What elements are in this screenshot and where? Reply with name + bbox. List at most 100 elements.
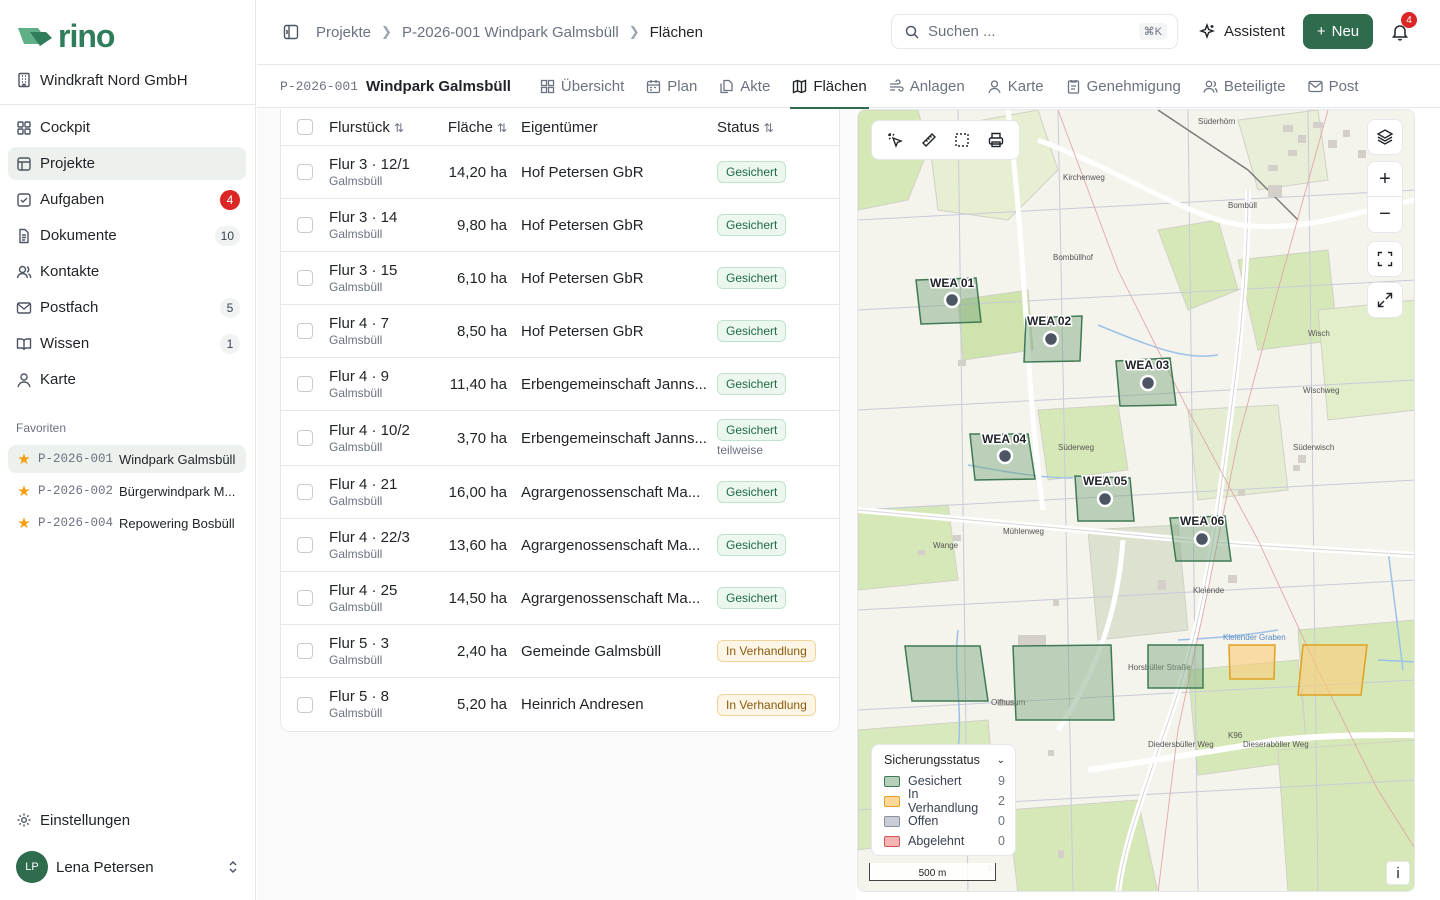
nav-item-cockpit[interactable]: Cockpit (8, 111, 246, 144)
chevron-down-icon: ⌄ (996, 754, 1005, 766)
map-label: K96 (1228, 731, 1243, 740)
parcel-list-panel: Flurstück ⇅ Fläche ⇅ Eigentümer Status ⇅ Fl… (257, 109, 856, 900)
user-menu[interactable]: LP Lena Petersen (16, 851, 239, 883)
sidebar: rino Windkraft Nord GmbH Cockpit Projekt… (0, 0, 256, 900)
fit-bounds-button[interactable] (1367, 241, 1403, 277)
owner-cell: Agrargenossenschaft Ma... (521, 589, 701, 607)
favorite-code: P-2026-002 (38, 484, 114, 498)
tab-karte[interactable]: Karte (987, 65, 1044, 108)
table-row[interactable]: Flur 4 · 9 Galmsbüll 11,40 ha Erbengemeinsc… (281, 358, 839, 411)
column-header-area[interactable]: Fläche ⇅ (433, 119, 521, 136)
map-label: Wischweg (1303, 386, 1339, 395)
row-checkbox[interactable] (297, 643, 313, 659)
parcel-place: Galmsbüll (329, 385, 383, 400)
table-row[interactable]: Flur 4 · 22/3 Galmsbüll 13,60 ha Agrargenos… (281, 519, 839, 572)
tab-label: Karte (1007, 77, 1044, 95)
assistant-button[interactable]: Assistent (1198, 14, 1285, 49)
row-checkbox[interactable] (297, 484, 313, 500)
table-row[interactable]: Flur 4 · 21 Galmsbüll 16,00 ha Agrargenosse… (281, 466, 839, 519)
settings-link[interactable]: Einstellungen (16, 808, 130, 832)
column-header-owner[interactable]: Eigentümer (521, 119, 715, 136)
layers-button[interactable] (1367, 119, 1403, 155)
tab-label: Plan (667, 77, 698, 95)
document-icon (16, 228, 32, 244)
logo[interactable]: rino (16, 16, 115, 56)
table-row[interactable]: Flur 3 · 12/1 Galmsbüll 14,20 ha Hof Peters… (281, 146, 839, 199)
owner-cell: Hof Petersen GbR (521, 322, 644, 340)
tab-akte[interactable]: Akte (719, 65, 770, 108)
select-tool-icon[interactable] (883, 128, 907, 152)
parcel-place: Galmsbüll (329, 173, 383, 188)
table-row[interactable]: Flur 5 · 8 Galmsbüll 5,20 ha Heinrich Andre… (281, 678, 839, 731)
nav-item-kontakte[interactable]: Kontakte (8, 255, 246, 288)
row-checkbox[interactable] (297, 590, 313, 606)
favorite-item[interactable]: ★ P-2026-002 Bürgerwindpark M... (8, 477, 246, 505)
breadcrumb-projekte[interactable]: Projekte (316, 24, 371, 41)
table-row[interactable]: Flur 3 · 14 Galmsbüll 9,80 ha Hof Petersen … (281, 199, 839, 252)
tab-flaechen[interactable]: Flächen (790, 65, 870, 109)
legend-label: In Verhandlung (908, 787, 979, 815)
table-row[interactable]: Flur 4 · 7 Galmsbüll 8,50 ha Hof Petersen G… (281, 305, 839, 358)
row-checkbox[interactable] (297, 164, 313, 180)
favorite-name: Windpark Galmsbüll (119, 451, 236, 467)
status-cell: Gesichert (715, 534, 839, 556)
nav-item-postfach[interactable]: Postfach 5 (8, 291, 246, 324)
row-checkbox[interactable] (297, 323, 313, 339)
org-switcher[interactable]: Windkraft Nord GmbH (16, 68, 243, 92)
rectangle-select-icon[interactable] (950, 128, 974, 152)
zoom-out-button[interactable]: − (1368, 197, 1402, 232)
print-icon[interactable] (984, 128, 1008, 152)
measure-tool-icon[interactable] (917, 128, 941, 152)
owner-cell: Hof Petersen GbR (521, 216, 644, 234)
table-row[interactable]: Flur 5 · 3 Galmsbüll 2,40 ha Gemeinde Galms… (281, 625, 839, 678)
checkbox-icon (16, 192, 32, 208)
search-input[interactable] (928, 23, 1131, 40)
fullscreen-button[interactable] (1367, 282, 1403, 318)
nav-item-projekte[interactable]: Projekte (8, 147, 246, 180)
breadcrumb-project[interactable]: P-2026-001 Windpark Galmsbüll (402, 24, 619, 41)
folder-icon (16, 156, 32, 172)
mail-icon (1307, 79, 1323, 94)
legend-header[interactable]: Sicherungsstatus ⌄ (884, 751, 1005, 769)
row-checkbox[interactable] (297, 270, 313, 286)
status-badge: Gesichert (717, 267, 787, 289)
tab-uebersicht[interactable]: Übersicht (540, 65, 624, 108)
tab-beteiligte[interactable]: Beteiligte (1203, 65, 1286, 108)
nav-label: Projekte (40, 155, 96, 172)
parcel-id: Flur 4 · 9 (329, 367, 390, 385)
nav-item-aufgaben[interactable]: Aufgaben 4 (8, 183, 246, 216)
owner-cell: Hof Petersen GbR (521, 269, 644, 287)
select-all-checkbox[interactable] (297, 119, 313, 135)
legend-item: Offen 0 (884, 811, 1005, 831)
tab-post[interactable]: Post (1307, 65, 1359, 108)
map-info-button[interactable]: i (1386, 861, 1410, 885)
row-checkbox[interactable] (297, 696, 313, 713)
favorite-item[interactable]: ★ P-2026-001 Windpark Galmsbüll (8, 445, 246, 473)
favorite-item[interactable]: ★ P-2026-004 Repowering Bosbüll (8, 509, 246, 537)
tab-anlagen[interactable]: Anlagen (889, 65, 965, 108)
table-row[interactable]: Flur 3 · 15 Galmsbüll 6,10 ha Hof Petersen … (281, 252, 839, 305)
zoom-in-button[interactable]: + (1368, 162, 1402, 197)
row-checkbox[interactable] (297, 217, 313, 233)
map-label: Wange (933, 541, 959, 550)
search-box[interactable]: ⌘K (891, 14, 1178, 49)
nav-item-karte[interactable]: Karte (8, 363, 246, 396)
plus-icon: + (1379, 167, 1391, 190)
row-checkbox[interactable] (297, 430, 313, 446)
nav-item-dokumente[interactable]: Dokumente 10 (8, 219, 246, 252)
new-button[interactable]: + Neu (1303, 14, 1373, 49)
sidebar-toggle-icon[interactable] (281, 22, 301, 42)
row-checkbox[interactable] (297, 537, 313, 553)
row-checkbox[interactable] (297, 376, 313, 392)
table-row[interactable]: Flur 4 · 10/2 Galmsbüll 3,70 ha Erbengemein… (281, 411, 839, 466)
table-row[interactable]: Flur 4 · 25 Galmsbüll 14,50 ha Agrargenosse… (281, 572, 839, 625)
column-header-status[interactable]: Status ⇅ (715, 119, 839, 136)
status-badge: Gesichert (717, 419, 787, 441)
parcel-map[interactable]: Süderhörn Bombüll Bombüllhof Wisch Süder… (857, 109, 1415, 892)
parcel-place: Galmsbüll (329, 546, 383, 561)
focus-icon (1377, 251, 1393, 267)
column-header-parcel[interactable]: Flurstück ⇅ (329, 119, 433, 136)
tab-plan[interactable]: Plan (646, 65, 697, 108)
nav-item-wissen[interactable]: Wissen 1 (8, 327, 246, 360)
tab-genehmigung[interactable]: Genehmigung (1066, 65, 1181, 108)
